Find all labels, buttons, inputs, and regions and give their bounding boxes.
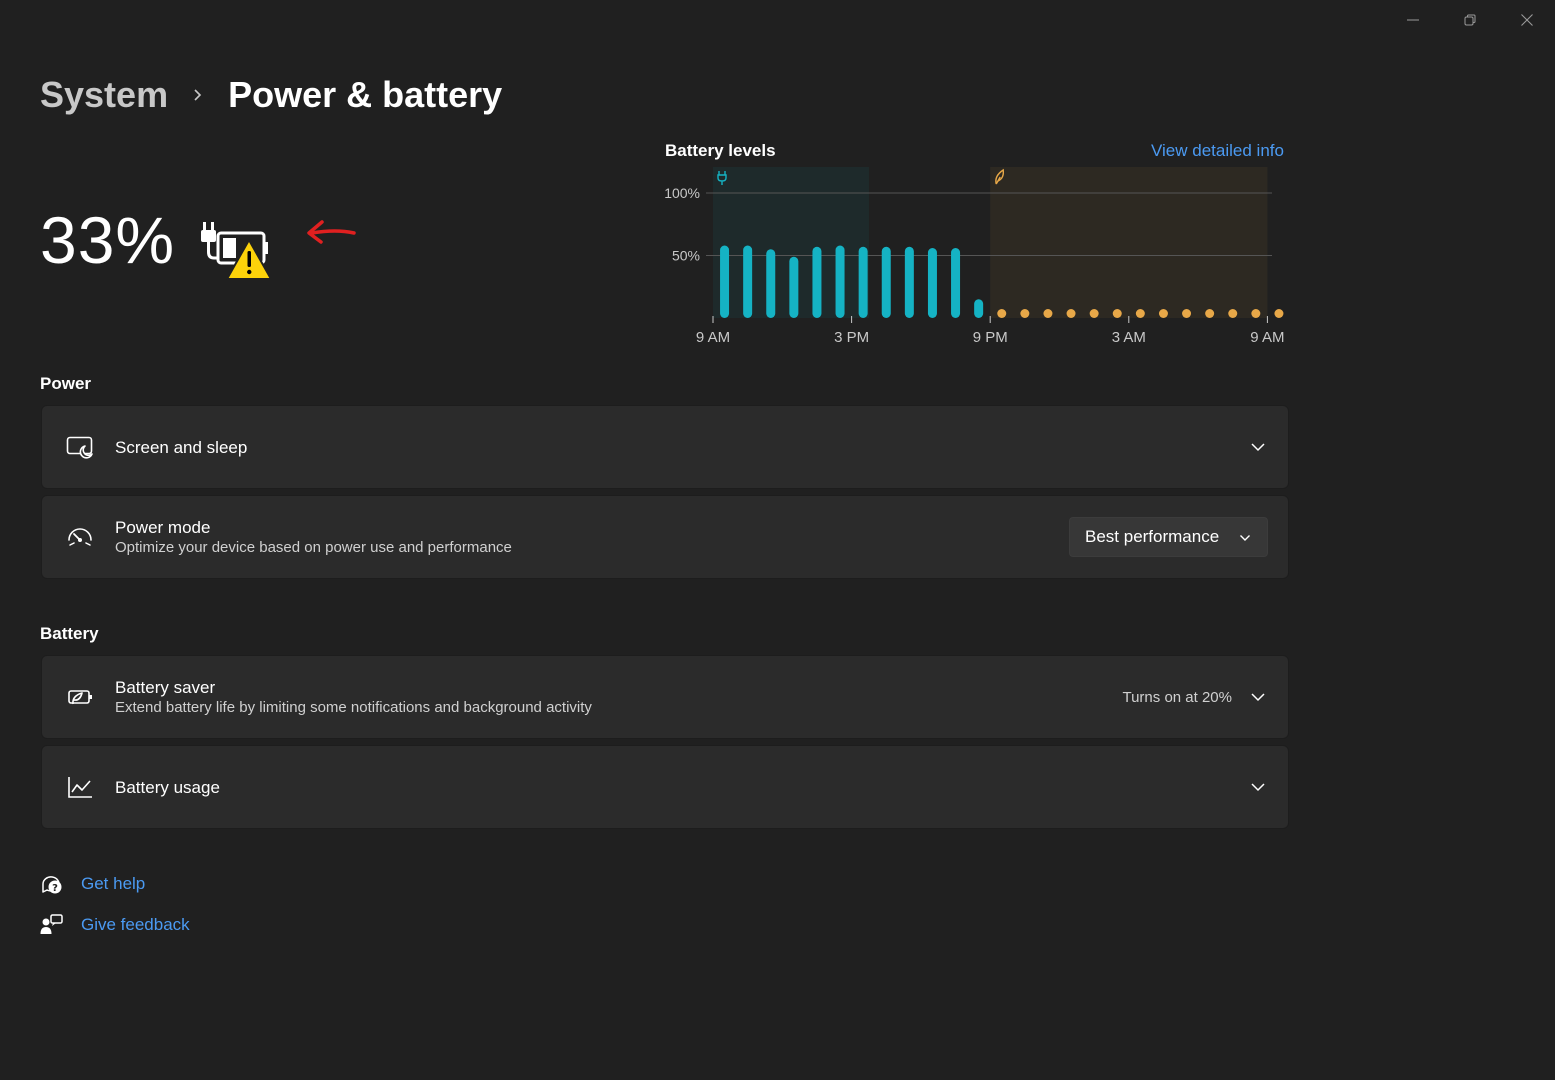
power-section-title: Power (40, 374, 92, 393)
battery-bar (1043, 309, 1053, 318)
battery-saver-card[interactable]: Battery saver Extend battery life by lim… (41, 655, 1289, 739)
x-tick-label: 9 AM (696, 329, 730, 346)
chevron-down-icon[interactable] (1248, 687, 1268, 707)
chevron-right-icon (192, 88, 204, 102)
battery-saver-status: Turns on at 20% (1122, 688, 1232, 706)
y-tick-label: 100% (664, 185, 700, 201)
get-help-link[interactable]: ? Get help (40, 872, 145, 896)
battery-bar (812, 246, 822, 318)
y-tick-label: 50% (672, 248, 700, 264)
restore-button[interactable] (1441, 0, 1498, 40)
battery-bar (1182, 309, 1192, 318)
battery-bar (1112, 309, 1122, 318)
breadcrumb-system[interactable]: System (40, 74, 168, 116)
battery-usage-card[interactable]: Battery usage (41, 745, 1289, 829)
battery-bar (858, 246, 868, 318)
battery-bar (997, 309, 1007, 318)
power-mode-title: Power mode (115, 517, 211, 537)
battery-bar (904, 246, 914, 318)
battery-bar (1251, 309, 1261, 318)
red-arrow-annotation (302, 216, 358, 251)
chevron-down-icon[interactable] (1248, 437, 1268, 457)
battery-bar (927, 248, 937, 318)
power-mode-card: Power mode Optimize your device based on… (41, 495, 1289, 579)
power-mode-gauge-icon (42, 525, 115, 549)
battery-levels-chart: 100% 50% 9 AM 3 PM 9 PM 3 AM 9 AM (664, 167, 1284, 346)
give-feedback-link[interactable]: Give feedback (40, 913, 190, 937)
battery-bar (1135, 309, 1145, 318)
battery-bar (789, 256, 799, 318)
restore-icon (1464, 14, 1475, 26)
give-feedback-text[interactable]: Give feedback (81, 915, 190, 935)
battery-bar (1089, 309, 1099, 318)
close-button[interactable] (1498, 0, 1555, 40)
battery-bar (1020, 309, 1030, 318)
battery-charging-warning-icon (200, 218, 276, 289)
line-chart-icon (42, 775, 115, 799)
battery-bar (951, 248, 961, 318)
breadcrumb: System Power & battery (40, 72, 502, 118)
minimize-icon (1406, 19, 1419, 21)
view-detailed-info-link[interactable]: View detailed info (1151, 141, 1284, 161)
power-mode-dropdown[interactable]: Best performance (1069, 517, 1268, 557)
close-icon (1520, 14, 1533, 26)
window-controls (1384, 0, 1555, 40)
minimize-button[interactable] (1384, 0, 1441, 40)
battery-bar (974, 299, 984, 318)
battery-bar (743, 245, 753, 318)
chevron-down-icon (1239, 527, 1251, 547)
power-mode-selected: Best performance (1085, 527, 1220, 546)
battery-bar (881, 246, 891, 318)
x-tick-label: 3 AM (1112, 329, 1146, 346)
screen-sleep-icon (42, 435, 115, 459)
battery-section-title: Battery (40, 624, 99, 643)
battery-saver-title: Battery saver (115, 677, 216, 697)
battery-percent: 33% (40, 203, 176, 277)
svg-text:?: ? (52, 883, 58, 894)
screen-and-sleep-title: Screen and sleep (115, 437, 248, 457)
screen-and-sleep-card[interactable]: Screen and sleep (41, 405, 1289, 489)
chevron-down-icon[interactable] (1248, 777, 1268, 797)
battery-bar (1274, 309, 1284, 318)
battery-saver-subtitle: Extend battery life by limiting some not… (115, 698, 592, 716)
battery-bar (766, 249, 776, 318)
region-battery-saver (990, 167, 1268, 318)
page-title: Power & battery (228, 74, 503, 115)
power-mode-subtitle: Optimize your device based on power use … (115, 538, 512, 556)
battery-bar (1205, 309, 1215, 318)
feedback-person-icon (40, 913, 64, 937)
x-tick-label: 9 PM (973, 329, 1008, 346)
x-tick-label: 9 AM (1250, 329, 1284, 346)
battery-saver-icon (42, 685, 115, 709)
chart-title: Battery levels (665, 141, 776, 160)
get-help-text[interactable]: Get help (81, 874, 145, 894)
x-tick-label: 3 PM (834, 329, 869, 346)
battery-bar (1066, 309, 1076, 318)
battery-bar (720, 245, 730, 318)
battery-bar (835, 245, 845, 318)
battery-bar (1228, 309, 1238, 318)
help-chat-icon: ? (40, 872, 64, 896)
battery-bar (1158, 309, 1168, 318)
battery-usage-title: Battery usage (115, 777, 220, 797)
